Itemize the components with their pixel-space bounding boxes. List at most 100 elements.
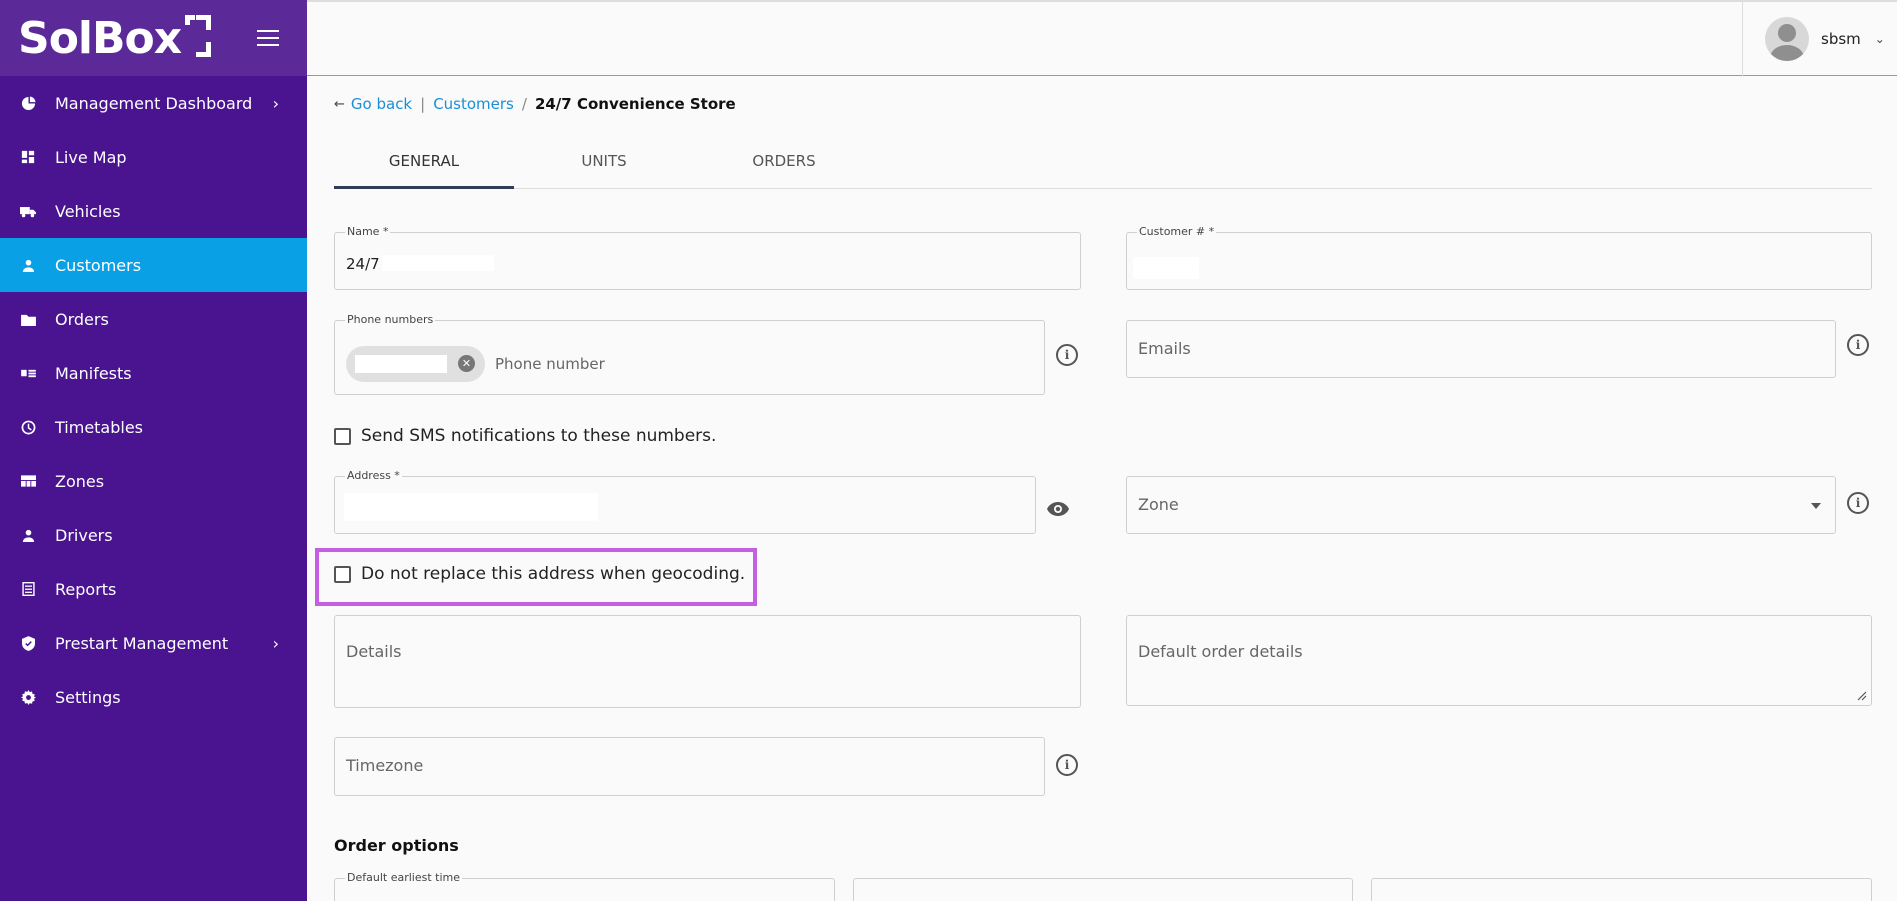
default-earliest-time-label: Default earliest time (345, 871, 462, 884)
sidebar-item-vehicles[interactable]: Vehicles (0, 184, 307, 238)
truck-icon (20, 203, 36, 219)
clock-icon (20, 419, 36, 435)
timezone-placeholder: Timezone (346, 756, 424, 775)
redacted-address (344, 493, 598, 521)
breadcrumb-slash: / (521, 95, 527, 113)
geocode-row[interactable]: Do not replace this address when geocodi… (334, 564, 745, 584)
address-field[interactable]: Address * (334, 469, 1036, 534)
emails-field[interactable]: Emails (1126, 320, 1836, 378)
sms-notification-row[interactable]: Send SMS notifications to these numbers. (334, 426, 716, 446)
sidebar-item-label: Settings (55, 687, 121, 707)
user-menu[interactable]: sbsm ⌄ (1742, 2, 1897, 76)
grid-icon (20, 473, 36, 489)
order-options-title: Order options (334, 836, 459, 855)
sidebar-item-reports[interactable]: Reports (0, 562, 307, 616)
arrow-left-icon[interactable]: ← (334, 97, 345, 112)
sidebar-item-label: Vehicles (55, 201, 121, 221)
sidebar-item-settings[interactable]: Settings (0, 670, 307, 724)
customer-number-label: Customer # * (1137, 225, 1217, 238)
caret-down-icon[interactable] (1811, 503, 1821, 509)
solbox-logo[interactable]: SolBox (18, 12, 212, 64)
name-field[interactable]: Name * 24/7 (334, 225, 1081, 290)
name-value: 24/7 (346, 255, 380, 273)
breadcrumb-current: 24/7 Convenience Store (534, 95, 736, 113)
shield-icon (20, 635, 36, 651)
phone-numbers-field[interactable]: Phone numbers ✕ Phone number (334, 313, 1045, 395)
sidebar-nav: Management Dashboard › Live Map Vehicles Cus… (0, 76, 307, 724)
tab-orders[interactable]: ORDERS (694, 133, 874, 188)
go-back-link[interactable]: Go back (351, 95, 412, 113)
default-earliest-time-field[interactable]: Default earliest time (334, 871, 835, 901)
sidebar-item-label: Zones (55, 471, 105, 491)
breadcrumb: ← Go back | Customers / 24/7 Convenience… (334, 76, 1872, 132)
address-label: Address * (345, 469, 402, 482)
pie-chart-icon (20, 95, 36, 111)
details-textarea[interactable]: Details (334, 615, 1081, 708)
customer-number-field[interactable]: Customer # * (1126, 225, 1872, 290)
list-card-icon (20, 365, 36, 381)
timezone-info-icon[interactable]: i (1056, 754, 1078, 776)
emails-placeholder[interactable]: Emails (1138, 339, 1191, 358)
resize-handle-icon[interactable] (1857, 691, 1867, 701)
redacted-name (382, 255, 494, 271)
logo-text: SolBox (18, 12, 182, 64)
sidebar-item-customers[interactable]: Customers (0, 238, 307, 292)
logo-bracket-icon (185, 14, 212, 57)
phone-info-icon[interactable]: i (1056, 344, 1078, 366)
emails-info-icon[interactable]: i (1847, 334, 1869, 356)
geocode-label: Do not replace this address when geocodi… (361, 564, 746, 584)
dashboard-icon (20, 149, 36, 165)
sidebar-item-timetables[interactable]: Timetables (0, 400, 307, 454)
breadcrumb-customers-link[interactable]: Customers (433, 95, 514, 113)
zone-info-icon[interactable]: i (1847, 492, 1869, 514)
geocode-checkbox[interactable] (334, 565, 351, 583)
sidebar-item-label: Live Map (55, 147, 127, 167)
gear-icon (20, 689, 36, 705)
username: sbsm (1821, 30, 1861, 48)
chevron-down-icon[interactable]: ⌄ (1875, 32, 1885, 46)
close-icon[interactable]: ✕ (458, 355, 475, 372)
sms-checkbox[interactable] (334, 427, 351, 445)
phone-numbers-label: Phone numbers (345, 313, 436, 326)
details-placeholder: Details (346, 642, 402, 661)
sidebar-item-drivers[interactable]: Drivers (0, 508, 307, 562)
default-order-details-placeholder: Default order details (1138, 642, 1303, 661)
hamburger-menu-icon[interactable] (257, 30, 279, 46)
chevron-right-icon: › (272, 633, 279, 653)
redacted-customer-number (1133, 257, 1199, 279)
sidebar-item-label: Orders (55, 309, 109, 329)
person-icon (20, 257, 36, 273)
name-label: Name * (345, 225, 391, 238)
chevron-right-icon: › (272, 93, 279, 113)
sidebar-item-prestart-management[interactable]: Prestart Management › (0, 616, 307, 670)
tab-general[interactable]: GENERAL (334, 133, 514, 189)
person-icon (20, 527, 36, 543)
tab-units[interactable]: UNITS (514, 133, 694, 188)
sidebar-item-management-dashboard[interactable]: Management Dashboard › (0, 76, 307, 130)
sidebar-item-zones[interactable]: Zones (0, 454, 307, 508)
order-option-field-2[interactable] (853, 878, 1353, 901)
breadcrumb-divider: | (420, 95, 426, 113)
report-icon (20, 581, 36, 597)
sms-label: Send SMS notifications to these numbers. (361, 426, 717, 446)
avatar[interactable] (1765, 17, 1809, 61)
eye-icon[interactable] (1046, 501, 1070, 517)
sidebar-item-label: Manifests (55, 363, 132, 383)
phone-number-placeholder[interactable]: Phone number (495, 355, 605, 373)
sidebar-item-label: Management Dashboard (55, 93, 253, 113)
folder-icon (20, 311, 36, 327)
sidebar-item-label: Prestart Management (55, 633, 229, 653)
sidebar-item-label: Reports (55, 579, 117, 599)
sidebar-item-manifests[interactable]: Manifests (0, 346, 307, 400)
sidebar-item-orders[interactable]: Orders (0, 292, 307, 346)
zone-placeholder: Zone (1138, 495, 1179, 514)
logo-bar: SolBox (0, 0, 307, 76)
tab-bar: GENERAL UNITS ORDERS (334, 133, 1872, 189)
default-order-details-textarea[interactable]: Default order details (1126, 615, 1872, 706)
sidebar-item-label: Customers (55, 255, 142, 275)
sidebar-item-live-map[interactable]: Live Map (0, 130, 307, 184)
phone-chip[interactable]: ✕ (346, 346, 485, 382)
order-option-field-3[interactable] (1371, 878, 1872, 901)
timezone-field[interactable]: Timezone (334, 737, 1045, 796)
zone-select[interactable]: Zone (1126, 476, 1836, 534)
